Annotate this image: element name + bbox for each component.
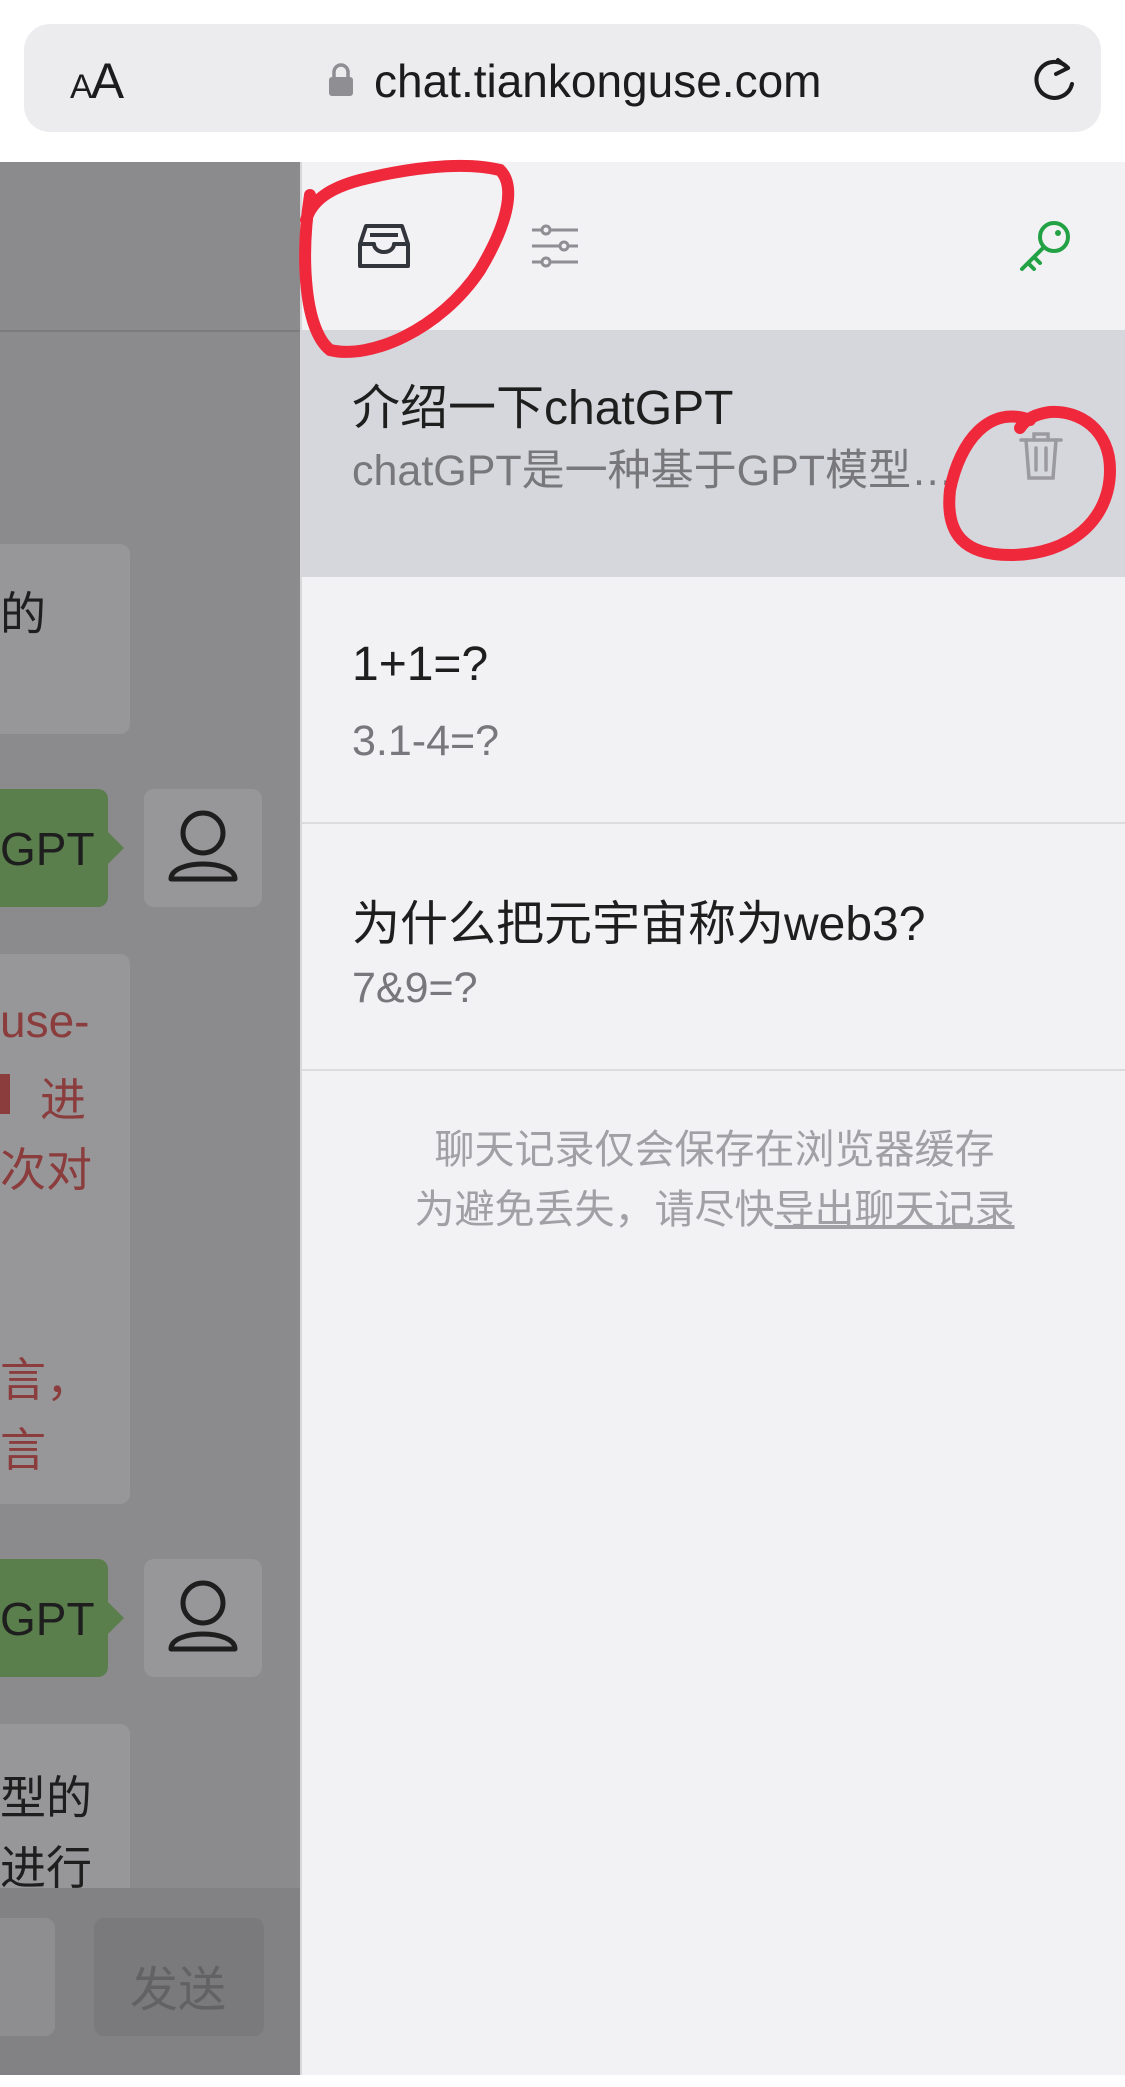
conversation-preview: chatGPT是一种基于GPT模型…	[352, 447, 955, 495]
chat-text-fragment: 次对	[0, 1144, 92, 1196]
conversation-sidebar: 介绍一下chatGPT chatGPT是一种基于GPT模型… 1+1=? 3.1…	[300, 162, 1125, 2075]
conversation-item[interactable]: 为什么把元宇宙称为web3? 7&9=?	[302, 824, 1125, 1071]
chat-text-fragment: 型的	[0, 1772, 92, 1824]
avatar	[144, 1559, 262, 1677]
browser-address-bar: AA chat.tiankonguse.com	[0, 0, 1125, 162]
bottom-strip	[0, 2075, 1125, 2087]
storage-notice: 聊天记录仅会保存在浏览器缓存 为避免丢失，请尽快导出聊天记录	[302, 1120, 1125, 1240]
text-size-button[interactable]: AA	[70, 52, 124, 110]
lock-icon	[329, 63, 353, 96]
chat-text-fragment: 言	[0, 1424, 46, 1476]
key-icon[interactable]	[1016, 217, 1074, 275]
reload-icon[interactable]	[1028, 54, 1080, 106]
bubble-tail	[108, 832, 124, 864]
conversation-title: 为什么把元宇宙称为web3?	[352, 898, 926, 951]
chat-text-fragment: 进	[40, 1074, 86, 1126]
storage-notice-line1: 聊天记录仅会保存在浏览器缓存	[434, 1128, 995, 1172]
chat-text-fragment: GPT	[0, 823, 95, 875]
conversation-preview: 3.1-4=?	[352, 717, 500, 765]
send-button-label: 发送	[130, 1964, 227, 2017]
bubble-tail	[108, 1602, 124, 1634]
chat-background-overlay[interactable]: 的 GPT use- 进 次对 言， 言 GPT 型的 进行	[0, 162, 300, 2075]
user-icon	[168, 1580, 238, 1652]
storage-notice-prefix: 为避免丢失，请尽快	[414, 1188, 775, 1232]
avatar	[144, 789, 262, 907]
error-mark	[0, 1074, 10, 1114]
sliders-icon[interactable]	[530, 224, 580, 268]
conversation-preview: 7&9=?	[352, 964, 478, 1012]
sidebar-header	[302, 162, 1125, 330]
divider	[0, 330, 300, 332]
conversation-title: 1+1=?	[352, 638, 489, 691]
conversation-item[interactable]: 1+1=? 3.1-4=?	[302, 577, 1125, 824]
export-history-link[interactable]: 导出聊天记录	[775, 1188, 1015, 1232]
message-input[interactable]	[0, 1918, 55, 2036]
chat-text-fragment: 的	[0, 588, 46, 640]
chat-text-fragment: 言，	[0, 1354, 92, 1406]
url-field[interactable]: AA chat.tiankonguse.com	[24, 24, 1101, 132]
chat-text-fragment: GPT	[0, 1593, 95, 1645]
trash-icon[interactable]	[1019, 430, 1063, 482]
conversation-item[interactable]: 介绍一下chatGPT chatGPT是一种基于GPT模型…	[302, 330, 1125, 577]
chat-text-fragment: use-	[0, 995, 90, 1047]
inbox-icon[interactable]	[356, 220, 412, 272]
url-text: chat.tiankonguse.com	[374, 55, 822, 107]
conversation-title: 介绍一下chatGPT	[352, 382, 734, 435]
storage-notice-line2: 为避免丢失，请尽快导出聊天记录	[302, 1180, 1125, 1240]
user-icon	[168, 810, 238, 882]
